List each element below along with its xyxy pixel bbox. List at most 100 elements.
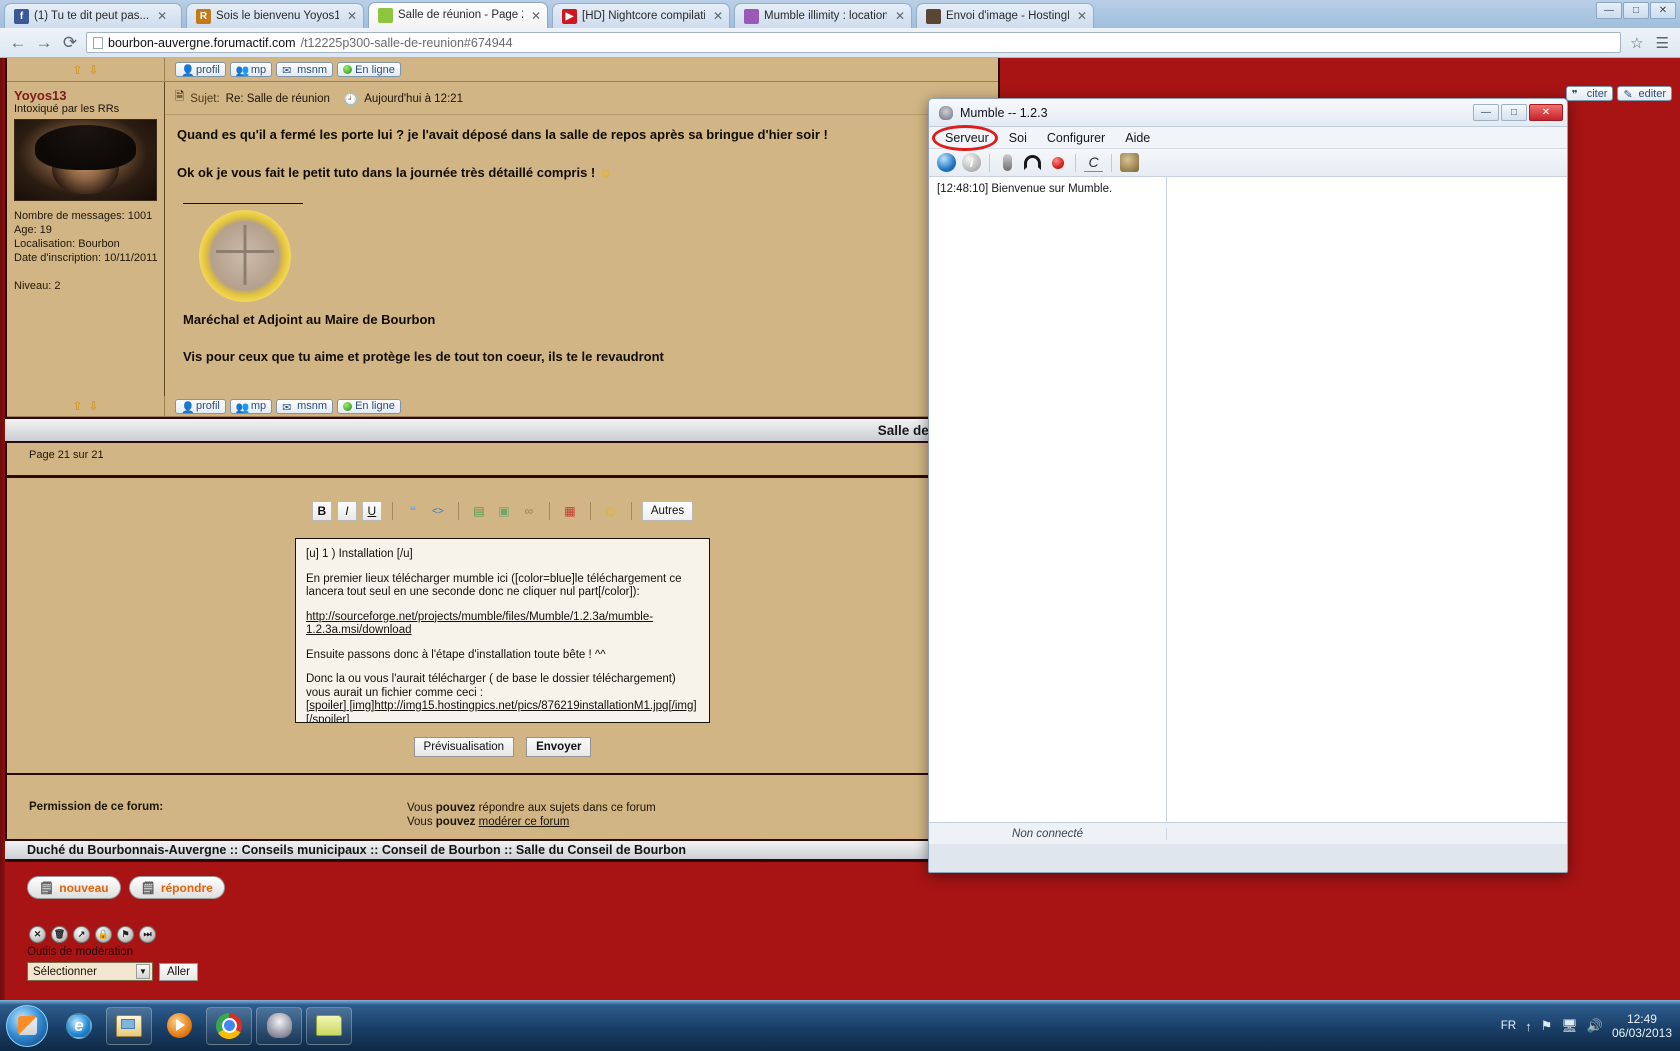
tab-mumble-illimity[interactable]: Mumble illimity : location ✕ (734, 3, 912, 28)
taskbar-folder[interactable] (306, 1006, 352, 1045)
mod-lock-icon[interactable]: 🔒 (95, 926, 112, 943)
new-topic-button[interactable]: 🗒 nouveau (27, 876, 121, 899)
headphones-icon[interactable] (1023, 153, 1042, 172)
action-center-icon[interactable]: ⚑ (1541, 1018, 1553, 1034)
tab-facebook[interactable]: f (1) Tu te dit peut pas... ✕ (4, 3, 182, 28)
reload-icon[interactable]: ⟳ (60, 33, 80, 53)
network-icon[interactable]: 🖥 (1561, 1018, 1578, 1034)
italic-button[interactable]: I (336, 501, 357, 521)
server-info-icon[interactable]: i (962, 153, 981, 172)
tab-close-icon[interactable]: ✕ (157, 9, 167, 23)
tab-salle-de-reunion[interactable]: Salle de réunion - Page 21 ✕ (368, 2, 548, 28)
menu-item-configurer[interactable]: Configurer (1037, 127, 1115, 149)
mp-button[interactable]: 👥 mp (229, 398, 273, 414)
log-entry: [12:48:10] Bienvenue sur Mumble. (937, 183, 1113, 195)
users-icon[interactable] (1120, 153, 1139, 172)
breadcrumb[interactable]: Duché du Bourbonnais-Auvergne :: Conseil… (5, 839, 1000, 862)
quote-button[interactable]: ❝ (403, 501, 423, 521)
connect-server-icon[interactable] (937, 153, 956, 172)
author-name[interactable]: Yoyos13 (14, 88, 158, 103)
image-button[interactable]: ▣ (494, 501, 514, 521)
bold-button[interactable]: B (311, 501, 332, 521)
menu-item-soi[interactable]: Soi (999, 127, 1037, 149)
clock[interactable]: 12:49 06/03/2013 (1612, 1012, 1672, 1040)
permissions-label: Permission de ce forum: (29, 801, 164, 813)
tab-hostingpics[interactable]: Envoi d'image - HostingPi ✕ (916, 3, 1094, 28)
mod-flag-icon[interactable]: ⚑ (117, 926, 134, 943)
go-button[interactable]: Aller (159, 962, 199, 981)
taskbar-chrome[interactable] (206, 1006, 252, 1045)
mod-split-icon[interactable]: ⏭ (139, 926, 156, 943)
textarea-line-1: [u] 1 ) Installation [/u] (306, 548, 413, 560)
address-bar[interactable]: bourbon-auvergne.forumactif.com/t12225p3… (86, 32, 1622, 53)
mumble-maximize-button[interactable]: □ (1501, 104, 1527, 121)
moderate-forum-link[interactable]: modérer ce forum (479, 816, 570, 828)
chrome-menu-icon[interactable]: ☰ (1653, 34, 1672, 52)
minimize-button[interactable]: — (1596, 2, 1622, 19)
smiley-button[interactable]: ☺ (601, 501, 621, 521)
chevron-down-icon[interactable]: ▼ (136, 964, 150, 979)
online-dot-icon (343, 65, 353, 74)
textarea-line-6: [spoiler] [img]http://img15.hostingpics.… (306, 700, 697, 723)
citer-button[interactable]: ❞ citer (1565, 86, 1614, 101)
forum-actions-zone: 🗒 nouveau 🗒 répondre ✕ 🗑 ↗ 🔒 ⚑ ⏭ Outils … (5, 862, 1000, 1000)
underline-button[interactable]: U (361, 501, 382, 521)
taskbar-mumble[interactable] (256, 1006, 302, 1045)
back-icon[interactable]: ← (8, 33, 28, 53)
mumble-channel-tree[interactable] (1167, 177, 1567, 822)
tab-forum-welcome[interactable]: R Sois le bienvenu Yoyos13, ✕ (186, 3, 364, 28)
tab-close-icon[interactable]: ✕ (531, 9, 541, 23)
taskbar-media-player[interactable] (156, 1007, 202, 1045)
mod-move-icon[interactable]: ↗ (73, 926, 90, 943)
perm2-prefix: Vous (407, 816, 436, 828)
tab-youtube[interactable]: ▶ [HD] Nightcore compilati ✕ (552, 3, 730, 28)
arrow-up-icon[interactable]: ⇧ (72, 63, 82, 77)
mod-delete-icon[interactable]: ✕ (29, 926, 46, 943)
mod-trash-icon[interactable]: 🗑 (51, 926, 68, 943)
autres-button[interactable]: Autres (641, 501, 694, 521)
maximize-button[interactable]: □ (1623, 2, 1649, 19)
menu-item-serveur[interactable]: Serveur (935, 127, 999, 149)
forward-icon[interactable]: → (34, 33, 54, 53)
preview-button[interactable]: Prévisualisation (413, 737, 515, 757)
moderation-select[interactable]: Sélectionner ▼ (27, 962, 153, 981)
language-indicator[interactable]: FR (1501, 1020, 1516, 1032)
menu-item-aide[interactable]: Aide (1115, 127, 1160, 149)
window-controls: — □ ✕ (1596, 2, 1676, 19)
bookmark-star-icon[interactable]: ☆ (1627, 34, 1646, 52)
link-button[interactable]: ∞ (519, 501, 539, 521)
volume-icon[interactable]: 🔊 (1587, 1018, 1603, 1034)
record-icon[interactable] (1048, 153, 1067, 172)
toolbar-separator (391, 502, 393, 520)
profil-button[interactable]: 👤 profil (175, 62, 226, 77)
close-button[interactable]: ✕ (1650, 2, 1676, 19)
tab-close-icon[interactable]: ✕ (347, 9, 357, 23)
mp-button[interactable]: 👥 mp (229, 62, 273, 77)
profil-button[interactable]: 👤 profil (175, 398, 226, 414)
editer-button[interactable]: ✎ editer (1617, 86, 1672, 101)
tab-close-icon[interactable]: ✕ (713, 9, 723, 23)
taskbar-internet-explorer[interactable] (56, 1007, 102, 1045)
mumble-minimize-button[interactable]: — (1473, 104, 1499, 121)
message-textarea[interactable]: [u] 1 ) Installation [/u] En premier lie… (295, 538, 710, 723)
taskbar-file-explorer[interactable] (106, 1006, 152, 1045)
code-button[interactable]: <> (428, 501, 448, 521)
show-hidden-icons-icon[interactable]: ↑ (1525, 1019, 1532, 1034)
color-palette-button[interactable]: ▦ (560, 501, 580, 521)
microphone-icon[interactable] (998, 153, 1017, 172)
submit-button[interactable]: Envoyer (526, 737, 592, 757)
msnm-button[interactable]: ✉ msnm (276, 398, 334, 414)
comment-icon[interactable]: C (1084, 153, 1103, 172)
mumble-close-button[interactable]: ✕ (1529, 104, 1563, 121)
arrow-up-icon[interactable]: ⇧ (72, 399, 82, 413)
msnm-button[interactable]: ✉ msnm (276, 62, 334, 77)
arrow-down-icon[interactable]: ⇩ (89, 399, 99, 413)
insert-image-button[interactable]: ▤ (469, 501, 489, 521)
mumble-title-bar[interactable]: Mumble -- 1.2.3 — □ ✕ (929, 99, 1567, 127)
mumble-log-panel[interactable]: [12:48:10] Bienvenue sur Mumble. (929, 177, 1167, 822)
start-orb[interactable] (6, 1004, 48, 1047)
arrow-down-icon[interactable]: ⇩ (89, 63, 99, 77)
reply-button[interactable]: 🗒 répondre (128, 876, 225, 899)
tab-close-icon[interactable]: ✕ (1077, 9, 1087, 23)
tab-close-icon[interactable]: ✕ (895, 9, 905, 23)
